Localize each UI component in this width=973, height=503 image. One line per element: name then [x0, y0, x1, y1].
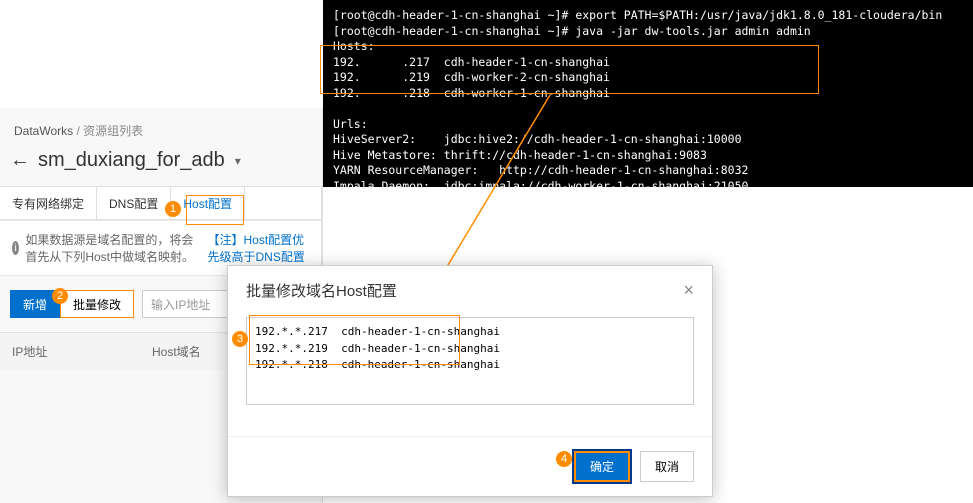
page-title: sm_duxiang_for_adb — [38, 149, 225, 172]
batch-edit-button[interactable]: 批量修改 — [60, 290, 134, 318]
term-url: YARN ResourceManager: http://cdh-header-… — [333, 163, 748, 177]
annotation-badge-4: 4 — [556, 451, 572, 467]
close-icon[interactable]: × — [683, 280, 694, 301]
chevron-down-icon[interactable]: ▾ — [235, 154, 241, 168]
highlight-hosts-box — [320, 45, 819, 94]
annotation-badge-3: 3 — [232, 331, 248, 347]
dialog-title: 批量修改域名Host配置 — [246, 280, 397, 301]
highlight-textarea-box — [249, 315, 460, 365]
info-note: 【注】Host配置优先级高于DNS配置 — [207, 231, 309, 265]
term-line: Urls: — [333, 117, 368, 131]
dialog-header: 批量修改域名Host配置 × — [228, 266, 712, 311]
col-ip: IP地址 — [12, 343, 152, 360]
tabs-row: 专有网络绑定 DNS配置 Host配置 — [0, 186, 322, 220]
annotation-badge-1: 1 — [165, 201, 181, 217]
breadcrumb: DataWorks / 资源组列表 — [0, 108, 322, 145]
info-icon: i — [12, 241, 19, 255]
ip-search-input[interactable]: 输入IP地址 — [142, 290, 232, 318]
term-url: Impala Daemon: jdbc:impala://cdh-worker-… — [333, 179, 748, 193]
breadcrumb-app[interactable]: DataWorks — [14, 124, 73, 138]
term-line: [root@cdh-header-1-cn-shanghai ~]# java … — [333, 24, 811, 38]
annotation-badge-2: 2 — [52, 288, 68, 304]
cancel-button[interactable]: 取消 — [640, 451, 694, 482]
info-text: 如果数据源是域名配置的，将会首先从下列Host中做域名映射。 — [25, 231, 201, 265]
tab-dns-config[interactable]: DNS配置 — [97, 187, 171, 219]
page-title-row: ← sm_duxiang_for_adb ▾ — [0, 145, 322, 186]
col-host: Host域名 — [152, 343, 201, 360]
highlight-tab-box — [186, 195, 244, 225]
breadcrumb-sep: / — [76, 124, 79, 138]
batch-edit-dialog: 批量修改域名Host配置 × 确定 取消 — [227, 265, 713, 497]
back-arrow-icon[interactable]: ← — [10, 149, 30, 172]
term-url: HiveServer2: jdbc:hive2://cdh-header-1-c… — [333, 132, 742, 146]
confirm-button[interactable]: 确定 — [574, 451, 630, 482]
dialog-footer: 确定 取消 — [228, 436, 712, 496]
term-url: Hive Metastore: thrift://cdh-header-1-cn… — [333, 148, 707, 162]
term-line: [root@cdh-header-1-cn-shanghai ~]# expor… — [333, 8, 942, 22]
breadcrumb-page[interactable]: 资源组列表 — [83, 124, 143, 138]
tab-vpc-binding[interactable]: 专有网络绑定 — [0, 187, 97, 219]
